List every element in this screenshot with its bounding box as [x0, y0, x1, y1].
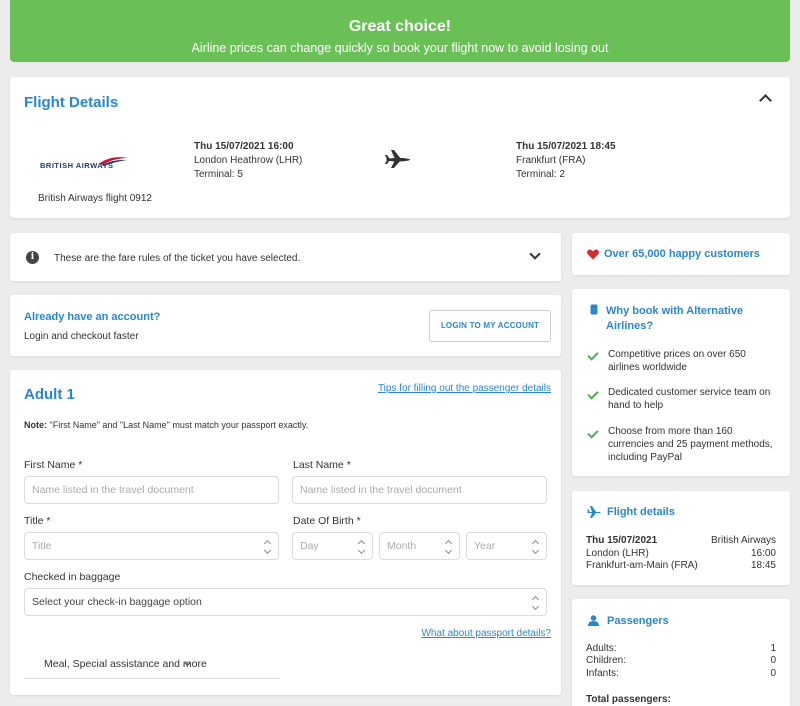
note-label: Note:	[24, 420, 47, 430]
adults-row: Adults: 1	[586, 643, 776, 654]
british-airways-logo: BRITISH AIRWAYS	[38, 157, 128, 171]
speedmarque-icon	[100, 157, 128, 166]
flight-details-title: Flight Details	[24, 94, 119, 111]
baggage-select[interactable]: Select your check-in baggage option	[24, 588, 547, 616]
flight-number: British Airways flight 0912	[38, 193, 152, 204]
account-card: Already have an account? Login and check…	[10, 295, 561, 356]
origin-row: London (LHR) 16:00	[586, 548, 776, 559]
passengers-title: Passengers	[607, 615, 669, 627]
departure-segment: Thu 15/07/2021 16:00 London Heathrow (LH…	[194, 140, 302, 182]
passport-details-link[interactable]: What about passport details?	[421, 628, 551, 639]
sidebar-flight-details-card: Flight details Thu 15/07/2021 British Ai…	[572, 491, 790, 585]
passport-note: Note: "First Name" and "Last Name" must …	[24, 420, 308, 430]
why-item: Competitive prices on over 650 airlines …	[608, 349, 746, 373]
infants-count: 0	[770, 668, 776, 679]
happy-customers-text: Over 65,000 happy customers	[604, 248, 760, 260]
dob-month-select[interactable]: Month	[379, 532, 460, 560]
why-book-title: Why book with Alternative Airlines?	[606, 305, 744, 332]
note-text: "First Name" and "Last Name" must match …	[47, 420, 309, 430]
passengers-card: Passengers Adults: 1 Children: 0 Infants…	[572, 599, 790, 706]
account-title: Already have an account?	[24, 311, 161, 323]
total-row: Total passengers:	[586, 694, 776, 705]
happy-customers-card: Over 65,000 happy customers	[572, 233, 790, 275]
infants-row: Infants: 0	[586, 668, 776, 679]
infants-label: Infants:	[586, 668, 619, 679]
airplane-icon	[587, 506, 601, 518]
title-label: Title *	[24, 515, 51, 527]
last-name-input[interactable]: Name listed in the travel document	[292, 476, 547, 504]
expand-chevron-icon[interactable]	[529, 248, 541, 260]
departure-datetime: Thu 15/07/2021 16:00	[194, 141, 294, 152]
why-item: Dedicated customer service team on hand …	[608, 387, 771, 411]
total-passengers-label: Total passengers:	[586, 694, 671, 705]
destination-row: Frankfurt-am-Main (FRA) 18:45	[586, 560, 776, 571]
why-item: Choose from more than 160 currencies and…	[608, 426, 773, 463]
departure-terminal: Terminal: 5	[194, 169, 243, 180]
meal-assistance-link[interactable]: Meal, Special assistance and more	[44, 658, 207, 670]
banner-subtitle: Airline prices can change quickly so boo…	[191, 41, 609, 55]
check-icon	[587, 388, 599, 400]
fare-rules-card[interactable]: i These are the fare rules of the ticket…	[10, 233, 561, 281]
first-name-label: First Name *	[24, 459, 83, 471]
flight-date: Thu 15/07/2021	[586, 535, 658, 546]
arrival-airport: Frankfurt (FRA)	[516, 155, 586, 166]
promo-banner: Great choice! Airline prices can change …	[10, 0, 790, 62]
dob-day-select[interactable]: Day	[292, 532, 373, 560]
dob-month-value: Month	[387, 540, 417, 552]
passenger-title: Adult 1	[24, 386, 75, 403]
children-row: Children: 0	[586, 655, 776, 666]
info-icon: i	[26, 251, 39, 264]
why-book-card: Why book with Alternative Airlines? Comp…	[572, 289, 790, 476]
dob-day-value: Day	[300, 540, 319, 552]
arrival-terminal: Terminal: 2	[516, 169, 565, 180]
title-select-value: Title	[32, 540, 52, 552]
flight-details-card: Flight Details BRITISH AIRWAYS British A…	[10, 77, 790, 218]
flight-destination: Frankfurt-am-Main (FRA)	[586, 560, 698, 571]
fare-rules-text: These are the fare rules of the ticket y…	[54, 253, 301, 264]
children-count: 0	[770, 655, 776, 666]
flight-destination-time: 18:45	[750, 560, 776, 571]
departure-airport: London Heathrow (LHR)	[194, 155, 303, 166]
account-subtitle: Login and checkout faster	[24, 331, 139, 342]
login-button[interactable]: LOGIN TO MY ACCOUNT	[429, 310, 551, 342]
baggage-select-value: Select your check-in baggage option	[32, 596, 202, 608]
check-icon	[587, 349, 599, 361]
adults-count: 1	[770, 643, 776, 654]
title-select[interactable]: Title	[24, 532, 279, 560]
last-name-label: Last Name *	[293, 459, 351, 471]
arrival-segment: Thu 15/07/2021 18:45 Frankfurt (FRA) Ter…	[516, 140, 616, 182]
user-icon	[588, 615, 599, 626]
sidebar-flight-title: Flight details	[607, 506, 675, 518]
airplane-icon	[385, 149, 411, 174]
passenger-form-card: Adult 1 Tips for filling out the passeng…	[10, 370, 561, 695]
flight-origin: London (LHR)	[586, 548, 649, 559]
dob-year-select[interactable]: Year	[466, 532, 547, 560]
divider	[24, 678, 279, 679]
tips-link[interactable]: Tips for filling out the passenger detai…	[378, 383, 551, 394]
adults-label: Adults:	[586, 643, 617, 654]
children-label: Children:	[586, 655, 627, 666]
heart-icon	[587, 249, 599, 260]
collapse-chevron-icon[interactable]	[759, 94, 772, 107]
baggage-label: Checked in baggage	[24, 571, 121, 583]
dob-year-value: Year	[474, 540, 496, 552]
arrival-datetime: Thu 15/07/2021 18:45	[516, 141, 616, 152]
flight-origin-time: 16:00	[750, 548, 776, 559]
flight-date-row: Thu 15/07/2021 British Airways	[586, 535, 776, 546]
first-name-input[interactable]: Name listed in the travel document	[24, 476, 279, 504]
check-icon	[587, 427, 599, 439]
banner-title: Great choice!	[348, 18, 452, 35]
flight-airline: British Airways	[710, 535, 776, 546]
dob-label: Date Of Birth *	[293, 515, 361, 527]
mobile-phone-icon	[590, 304, 598, 315]
